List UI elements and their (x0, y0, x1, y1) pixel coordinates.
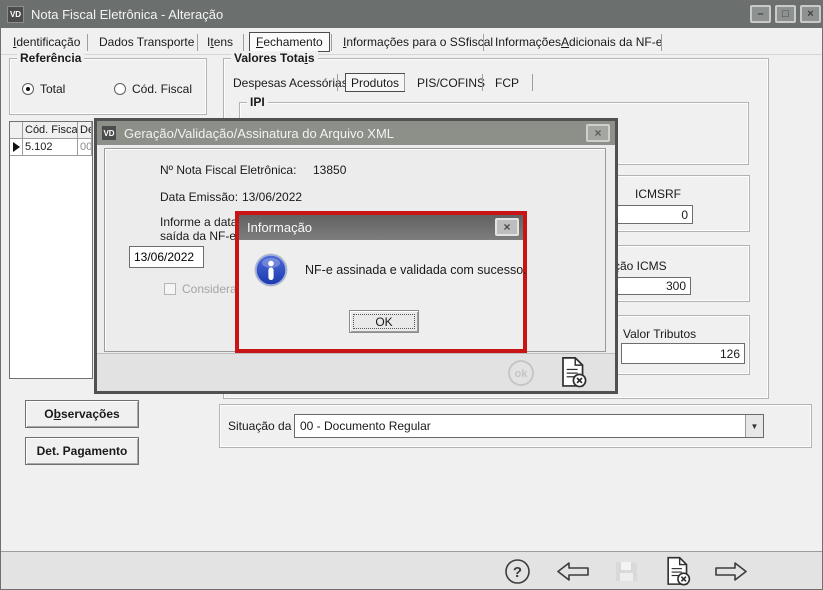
radio-unselected-icon (114, 83, 126, 95)
forward-button[interactable] (713, 560, 749, 583)
xml-dialog-title: Geração/Validação/Assinatura do Arquivo … (124, 126, 394, 141)
tab-informacoes-ssfiscal[interactable]: Informações para o SSfiscal (337, 32, 499, 52)
info-ok-button[interactable]: OK (349, 310, 419, 333)
ok-circle-icon: ok (507, 359, 535, 387)
bottom-toolbar: ? (1, 551, 823, 590)
back-button[interactable] (555, 560, 591, 583)
saida-date-input[interactable] (129, 246, 204, 268)
referencia-legend: Referência (17, 51, 84, 65)
titlebar: VD Nota Fiscal Eletrônica - Alteração – … (1, 1, 823, 28)
radio-total[interactable]: Total (22, 82, 65, 96)
xml-dialog-footer: ok (97, 353, 615, 391)
ipi-legend: IPI (247, 95, 268, 109)
subtab-fcp[interactable]: FCP (490, 73, 524, 92)
subtab-despesas-acessorias[interactable]: Despesas Acessórias (228, 73, 353, 92)
minimize-button[interactable]: – (750, 5, 771, 23)
info-ok-label: OK (375, 315, 392, 329)
main-window: VD Nota Fiscal Eletrônica - Alteração – … (0, 0, 823, 590)
window-title: Nota Fiscal Eletrônica - Alteração (31, 7, 223, 22)
nf-number-label: Nº Nota Fiscal Eletrônica: (160, 163, 296, 177)
grid-cell-fiscal: 5.102 (23, 139, 78, 156)
cancel-document-button[interactable] (663, 556, 694, 587)
checkbox-icon (164, 283, 176, 295)
emissao-value: 13/06/2022 (242, 190, 302, 204)
help-icon: ? (504, 558, 531, 585)
tab-fechamento[interactable]: Fechamento (249, 32, 330, 52)
tributos-field[interactable]: 126 (621, 343, 745, 364)
date-prompt-line2: saída da NF-e: (160, 229, 239, 243)
tab-itens[interactable]: Itens (201, 32, 239, 52)
tab-informacoes-adicionais[interactable]: Informações Adicionais da NF-e (489, 32, 668, 52)
information-icon (253, 252, 289, 291)
tab-separator (87, 34, 88, 51)
back-arrow-icon (555, 560, 591, 583)
xml-dialog-titlebar: VD Geração/Validação/Assinatura do Arqui… (97, 121, 615, 145)
tab-identificacao[interactable]: Identificação (7, 32, 86, 52)
xml-ok-button[interactable]: ok (507, 359, 535, 387)
chevron-down-icon: ▼ (751, 422, 759, 431)
cancel-document-icon (663, 556, 694, 587)
grid-row[interactable]: 5.102 00 (10, 139, 92, 156)
grid-indicator-header (10, 122, 23, 139)
icms-label: ção ICMS (614, 259, 667, 273)
valores-totais-legend: Valores Totais (231, 51, 318, 65)
info-dialog-title: Informação (247, 220, 312, 235)
dropdown-button[interactable]: ▼ (745, 415, 763, 437)
xml-cancel-button[interactable] (559, 356, 587, 384)
emissao-label: Data Emissão: (160, 190, 238, 204)
svg-text:?: ? (513, 564, 522, 581)
observacoes-button[interactable]: Observações (25, 400, 139, 428)
ok-circle-label: ok (515, 368, 529, 380)
tab-separator (661, 34, 662, 51)
icmsrf-label: ICMSRF (635, 187, 681, 201)
xml-dialog-close-button[interactable]: × (586, 124, 610, 142)
referencia-group: Referência Total Cód. Fiscal (9, 58, 207, 115)
row-indicator-icon (10, 139, 23, 156)
situacao-group: Situação da NF: 00 - Documento Regular ▼ (219, 404, 812, 448)
help-button[interactable]: ? (504, 558, 531, 585)
fiscal-grid[interactable]: Cód. Fiscal De 5.102 00 (9, 121, 93, 379)
grid-col-fiscal: Cód. Fiscal (23, 122, 78, 139)
tab-dados-transporte[interactable]: Dados Transporte (93, 32, 200, 52)
close-button[interactable]: × (800, 5, 821, 23)
info-dialog-close-button[interactable]: × (495, 218, 519, 236)
det-pagamento-button[interactable]: Det. Pagamento (25, 437, 139, 465)
radio-total-label: Total (40, 82, 65, 96)
subtab-produtos[interactable]: Produtos (345, 73, 405, 92)
situacao-combobox[interactable]: 00 - Documento Regular ▼ (294, 414, 764, 438)
subtab-pis-cofins[interactable]: PIS/COFINS (412, 73, 490, 92)
forward-arrow-icon (713, 560, 749, 583)
xml-dialog-icon: VD (101, 125, 117, 141)
radio-selected-icon (22, 83, 34, 95)
main-tabstrip: Identificação Dados Transporte Itens Fec… (1, 28, 823, 55)
tab-separator (197, 34, 198, 51)
subtab-separator (337, 74, 338, 91)
save-icon (613, 558, 640, 585)
subtab-separator (404, 74, 405, 91)
tributos-label: Valor Tributos (623, 327, 696, 341)
grid-col-de: De (78, 122, 92, 139)
subtab-separator (482, 74, 483, 91)
grid-cell-de: 00 (78, 139, 92, 156)
tab-separator (243, 34, 244, 51)
radio-cod-fiscal-label: Cód. Fiscal (132, 82, 192, 96)
info-message: NF-e assinada e validada com sucesso. (305, 263, 527, 277)
radio-cod-fiscal[interactable]: Cód. Fiscal (114, 82, 192, 96)
cancel-document-icon (559, 356, 589, 389)
save-button[interactable] (613, 558, 640, 585)
info-dialog-body: NF-e assinada e validada com sucesso. OK (239, 240, 523, 349)
info-dialog-titlebar: Informação × (239, 215, 523, 240)
tab-separator (483, 34, 484, 51)
maximize-button[interactable]: □ (775, 5, 796, 23)
nf-number-value: 13850 (313, 163, 346, 177)
tributos-group: Valor Tributos 126 (614, 315, 750, 375)
app-icon: VD (7, 6, 24, 23)
info-dialog: Informação × (235, 211, 527, 353)
situacao-value: 00 - Documento Regular (295, 419, 745, 433)
subtab-separator (532, 74, 533, 91)
tab-separator (331, 34, 332, 51)
